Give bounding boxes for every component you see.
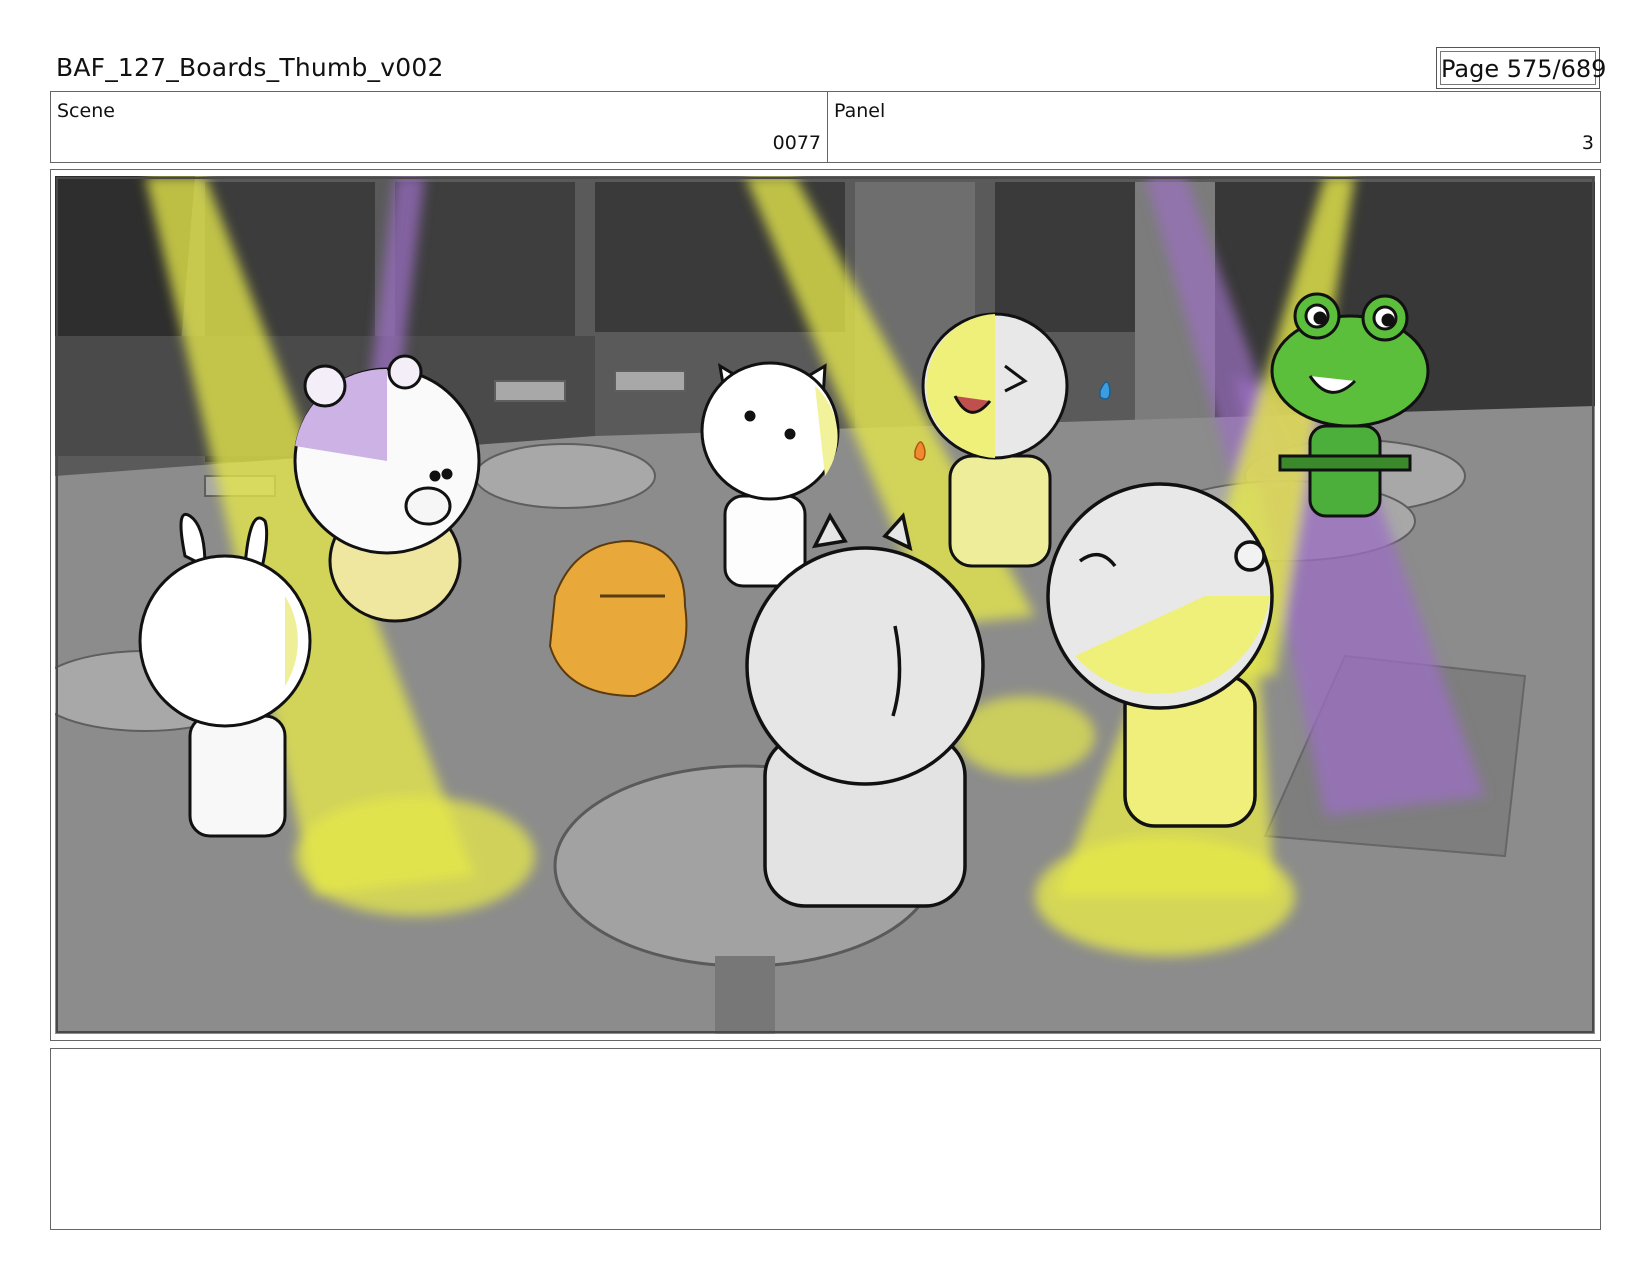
panel-cell: Panel 3 — [828, 92, 1600, 162]
scene-panel-info-row: Scene 0077 Panel 3 — [50, 91, 1601, 163]
storyboard-frame — [50, 169, 1601, 1041]
storyboard-illustration — [55, 176, 1595, 1034]
front-table-base — [715, 956, 775, 1034]
storyboard-drawing-icon — [55, 176, 1595, 1034]
scene-cell: Scene 0077 — [51, 92, 828, 162]
panel-label: Panel — [834, 100, 886, 122]
page-number: Page 575/689 — [1440, 51, 1606, 85]
document-title: BAF_127_Boards_Thumb_v002 — [56, 53, 444, 82]
panel-notes-box — [50, 1048, 1601, 1230]
scene-label: Scene — [57, 100, 115, 122]
panel-value: 3 — [1581, 132, 1594, 154]
scene-value: 0077 — [772, 132, 821, 154]
page-number-box: Page 575/689 — [1436, 47, 1606, 89]
